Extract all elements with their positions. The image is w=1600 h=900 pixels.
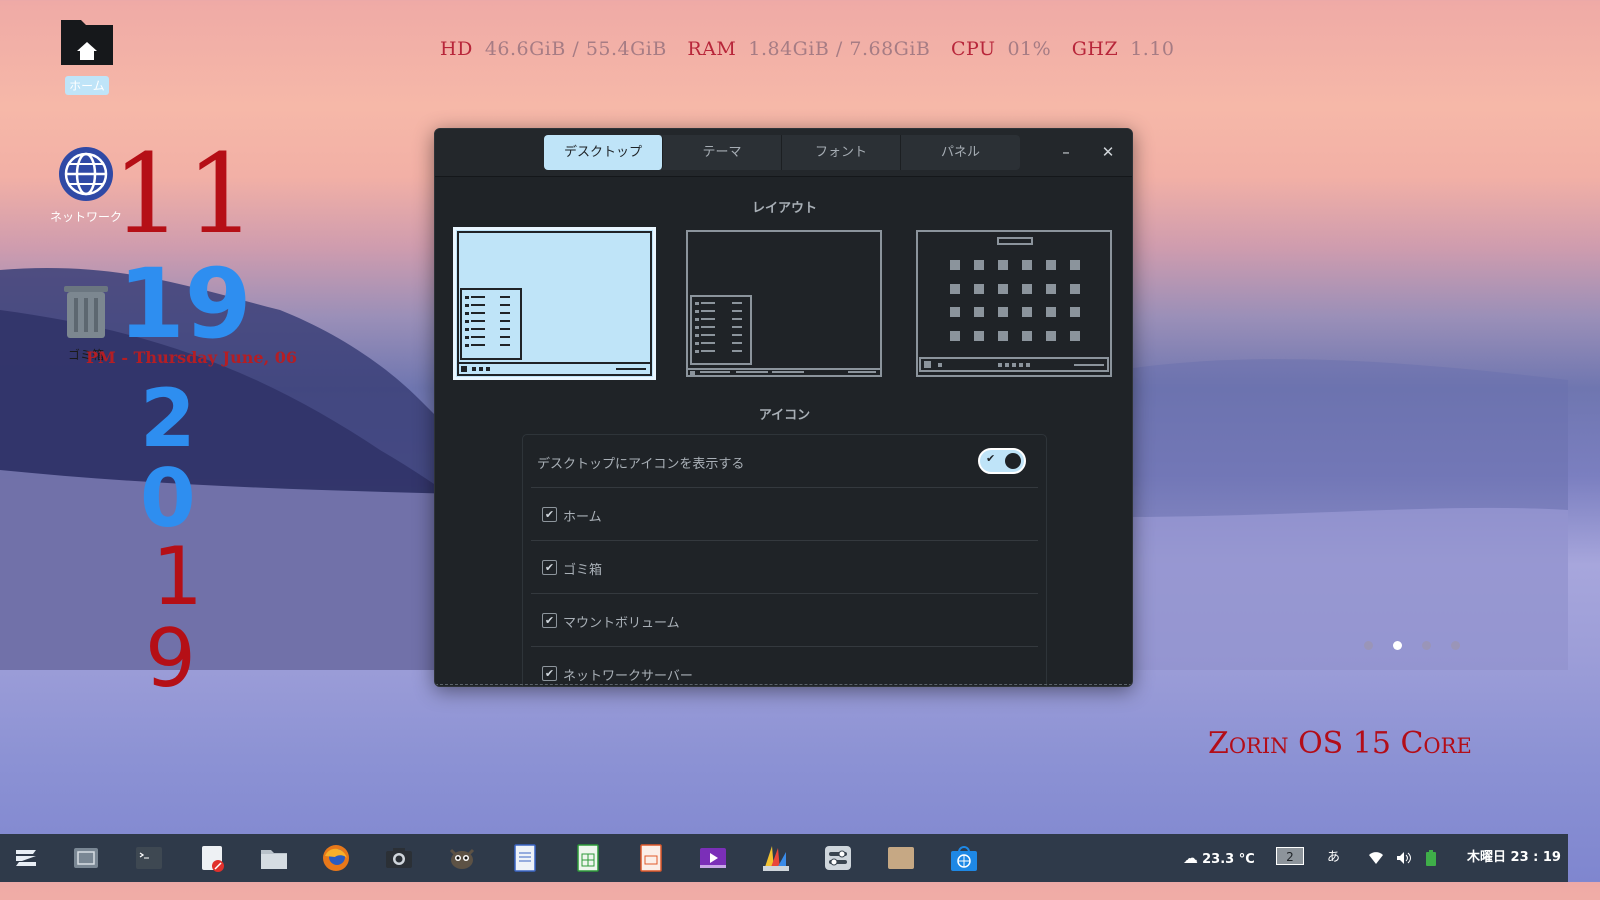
writer-icon[interactable]: [511, 844, 539, 872]
input-method[interactable]: あ: [1327, 834, 1340, 882]
layout-option-classic[interactable]: [686, 230, 882, 377]
gimp-icon[interactable]: [448, 844, 476, 872]
network-globe-icon: [59, 147, 113, 201]
ram-value: 1.84GiB / 7.68GiB: [748, 38, 931, 60]
checkbox-row-network-servers: ✔ ネットワークサーバー: [531, 647, 1038, 686]
layout-heading: レイアウト: [751, 201, 817, 216]
weather-indicator[interactable]: ☁ 23.3 °C: [1183, 834, 1255, 882]
icons-heading: アイコン: [758, 408, 811, 423]
ghz-value: 1.10: [1130, 38, 1175, 60]
workspace-switcher[interactable]: 2: [1276, 834, 1304, 882]
cpu-value: 01%: [1007, 38, 1052, 60]
toggle-knob: [1005, 453, 1021, 469]
appearance-settings-window: デスクトップ テーマ フォント パネル – ✕ レイアウト アイコン デスクトッ…: [434, 128, 1133, 687]
firefox-icon[interactable]: [322, 844, 350, 872]
taskbar-clock[interactable]: 木曜日 23 : 19: [1467, 834, 1561, 882]
date-line: PM - Thursday June, 06: [86, 348, 297, 367]
workspace-dot[interactable]: [1451, 641, 1460, 650]
archive-icon[interactable]: [887, 844, 915, 872]
workspace-dot[interactable]: [1364, 641, 1373, 650]
workspace-number: 2: [1276, 847, 1304, 865]
show-icons-toggle[interactable]: ✔: [978, 448, 1026, 474]
files-icon[interactable]: [260, 844, 288, 872]
wifi-icon[interactable]: [1368, 834, 1384, 882]
ram-label: RAM: [687, 38, 737, 60]
checkbox-row-home: ✔ ホーム: [531, 488, 1038, 541]
checkbox-label: ネットワークサーバー: [563, 669, 693, 684]
network-servers-checkbox[interactable]: ✔: [542, 666, 557, 681]
brand-text: Zorin OS 15 Core: [1208, 726, 1472, 761]
design-icon[interactable]: [762, 844, 790, 872]
cloud-icon: ☁: [1183, 849, 1198, 867]
clock-hour: 11: [112, 130, 260, 258]
home-checkbox[interactable]: ✔: [542, 507, 557, 522]
home-folder-icon: [61, 20, 113, 65]
workspace-dot-active[interactable]: [1393, 641, 1402, 650]
tab-bar: デスクトップ テーマ フォント パネル: [544, 135, 1020, 170]
show-icons-row: デスクトップにアイコンを表示する ✔: [531, 435, 1038, 488]
home-label: ホーム: [65, 76, 109, 95]
hd-label: HD: [440, 38, 473, 60]
text-editor-icon[interactable]: [198, 844, 226, 872]
mounted-volumes-checkbox[interactable]: ✔: [542, 613, 557, 628]
year-digit-4: 9: [145, 612, 196, 705]
layout-preview: [688, 295, 880, 375]
checkbox-row-trash: ✔ ゴミ箱: [531, 541, 1038, 594]
minimize-button[interactable]: –: [1055, 141, 1077, 163]
checkbox-label: マウントボリューム: [563, 616, 680, 631]
battery-icon[interactable]: [1426, 834, 1436, 882]
tab-fonts[interactable]: フォント: [782, 135, 901, 170]
icons-settings-card: デスクトップにアイコンを表示する ✔ ✔ ホーム ✔ ゴミ箱 ✔ マウントボリュ…: [522, 434, 1047, 686]
volume-icon[interactable]: [1396, 834, 1412, 882]
system-monitor: HD 46.6GiB / 55.4GiB RAM 1.84GiB / 7.68GiB…: [440, 38, 1174, 60]
layout-option-grid[interactable]: [916, 230, 1112, 377]
close-button[interactable]: ✕: [1097, 141, 1119, 163]
video-editor-icon[interactable]: [699, 844, 727, 872]
camera-icon[interactable]: [385, 844, 413, 872]
trash-icon: [64, 286, 108, 338]
screenshot-icon[interactable]: [72, 844, 100, 872]
tab-desktop[interactable]: デスクトップ: [544, 135, 663, 170]
tab-theme[interactable]: テーマ: [663, 135, 782, 170]
layout-option-windows[interactable]: [453, 227, 656, 380]
calc-icon[interactable]: [574, 844, 602, 872]
show-icons-label: デスクトップにアイコンを表示する: [537, 457, 745, 472]
hd-value: 46.6GiB / 55.4GiB: [484, 38, 667, 60]
store-icon[interactable]: [950, 844, 978, 872]
workspace-dot[interactable]: [1422, 641, 1431, 650]
checkbox-row-mounted-volumes: ✔ マウントボリューム: [531, 594, 1038, 647]
impress-icon[interactable]: [637, 844, 665, 872]
terminal-icon[interactable]: [135, 844, 163, 872]
tab-panel[interactable]: パネル: [901, 135, 1020, 170]
checkbox-label: ホーム: [563, 510, 602, 525]
settings-icon[interactable]: [824, 844, 852, 872]
trash-checkbox[interactable]: ✔: [542, 560, 557, 575]
checkbox-label: ゴミ箱: [563, 563, 603, 578]
window-header: デスクトップ テーマ フォント パネル – ✕: [435, 129, 1132, 177]
taskbar: ☁ 23.3 °C 2 あ 木曜日 23 : 19: [0, 834, 1568, 882]
zorin-menu-icon[interactable]: [12, 844, 40, 872]
workspace-dots[interactable]: [1364, 641, 1460, 650]
desktop-icon-home[interactable]: ホーム: [42, 16, 132, 95]
clock-minute: 19: [118, 248, 252, 360]
cpu-label: CPU: [950, 38, 996, 60]
layout-preview: [457, 231, 652, 376]
year-digit-3: 1: [152, 530, 203, 623]
scroll-edge: [435, 684, 1132, 686]
weather-temp: 23.3 °C: [1202, 852, 1255, 867]
ghz-label: GHZ: [1071, 38, 1119, 60]
layout-preview: [919, 237, 1109, 372]
check-icon: ✔: [986, 452, 996, 465]
